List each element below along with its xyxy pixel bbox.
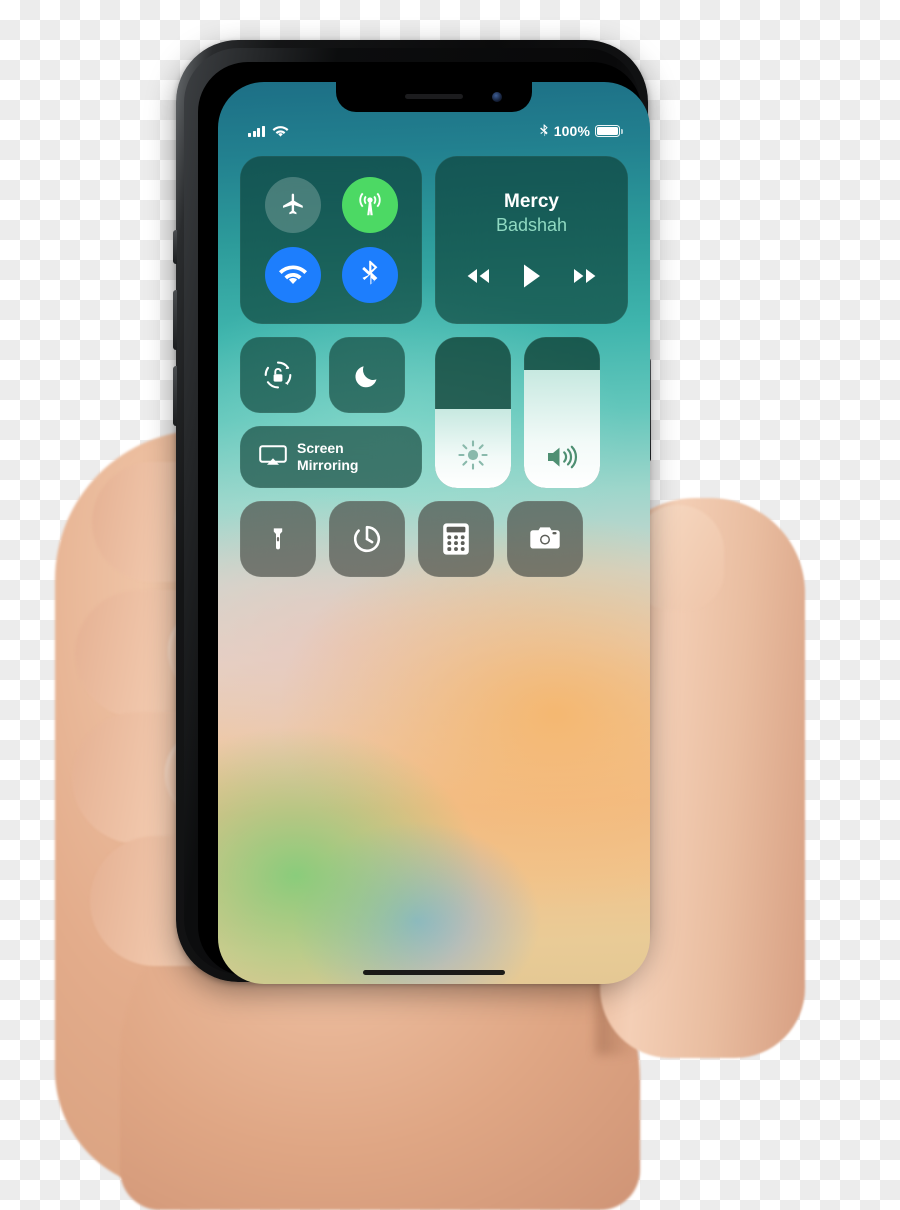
cellular-tower-icon [358, 192, 381, 216]
iphone-device: 100% Mercy Badshah Screen Mirroring [173, 40, 651, 984]
cellular-data-toggle[interactable] [341, 177, 398, 233]
control-center-row-2: Screen Mirroring [240, 337, 628, 488]
battery-percentage: 100% [553, 123, 590, 139]
bluetooth-icon [361, 260, 377, 285]
mirror-label-line1: Screen [297, 440, 344, 457]
left-tile-stack: Screen Mirroring [240, 337, 422, 488]
airplane-mode-toggle[interactable] [264, 177, 321, 233]
cellular-bars-icon [248, 125, 266, 137]
calculator-icon [443, 523, 469, 555]
status-bar-right: 100% [539, 123, 623, 139]
status-bar-left [248, 125, 289, 138]
phone-bezel: 100% Mercy Badshah Screen Mirroring [198, 62, 650, 984]
volume-icon-wrap [524, 442, 600, 472]
brightness-icon-wrap [435, 438, 511, 472]
battery-full-icon [595, 125, 623, 137]
volume-down-button[interactable] [173, 366, 177, 426]
front-camera-icon [492, 92, 502, 102]
wifi-icon [278, 265, 307, 284]
phone-chassis: 100% Mercy Badshah Screen Mirroring [184, 48, 650, 984]
wifi-toggle[interactable] [264, 247, 321, 303]
notch [336, 82, 532, 112]
status-bar: 100% [218, 120, 650, 142]
airplay-icon [259, 445, 287, 465]
fast-forward-icon [573, 268, 596, 283]
camera-button[interactable] [507, 501, 583, 577]
airplane-icon [282, 193, 303, 215]
now-playing-module[interactable]: Mercy Badshah [435, 156, 628, 324]
calculator-button[interactable] [418, 501, 494, 577]
slider-group [435, 337, 600, 488]
brightness-icon [458, 440, 488, 470]
rewind-button[interactable] [463, 266, 493, 286]
flashlight-button[interactable] [240, 501, 316, 577]
home-indicator[interactable] [363, 970, 505, 975]
brightness-slider[interactable] [435, 337, 511, 488]
moon-icon [355, 366, 377, 388]
track-artist: Badshah [495, 215, 568, 236]
earpiece-speaker-icon [405, 94, 463, 99]
play-button[interactable] [521, 263, 541, 289]
rotation-lock-toggle[interactable] [240, 337, 316, 413]
timer-button[interactable] [329, 501, 405, 577]
do-not-disturb-toggle[interactable] [329, 337, 405, 413]
play-icon [524, 264, 541, 288]
phone-screen[interactable]: 100% Mercy Badshah Screen Mirroring [218, 82, 650, 984]
bluetooth-toggle[interactable] [341, 247, 398, 303]
rewind-icon [467, 268, 490, 283]
bluetooth-icon [539, 123, 549, 139]
connectivity-module[interactable] [240, 156, 422, 324]
mirror-label-line2: Mirroring [297, 457, 359, 473]
control-center-row-1: Mercy Badshah [240, 156, 628, 324]
volume-slider[interactable] [524, 337, 600, 488]
rotation-lock-icon [264, 361, 292, 389]
toggle-tile-row [240, 337, 422, 413]
screen-mirroring-tile[interactable]: Screen Mirroring [240, 426, 422, 488]
volume-icon [548, 445, 578, 469]
volume-up-button[interactable] [173, 290, 177, 350]
mute-switch[interactable] [173, 230, 177, 264]
control-center: Mercy Badshah Screen Mirroring [240, 156, 628, 577]
forward-button[interactable] [570, 266, 600, 286]
wifi-icon [272, 125, 289, 138]
screen-mirroring-label: Screen Mirroring [297, 440, 358, 473]
track-title: Mercy [504, 191, 559, 213]
timer-icon [353, 525, 381, 553]
utilities-row [240, 501, 628, 577]
camera-icon [530, 527, 560, 549]
flashlight-icon [273, 528, 283, 550]
media-controls [449, 263, 614, 289]
